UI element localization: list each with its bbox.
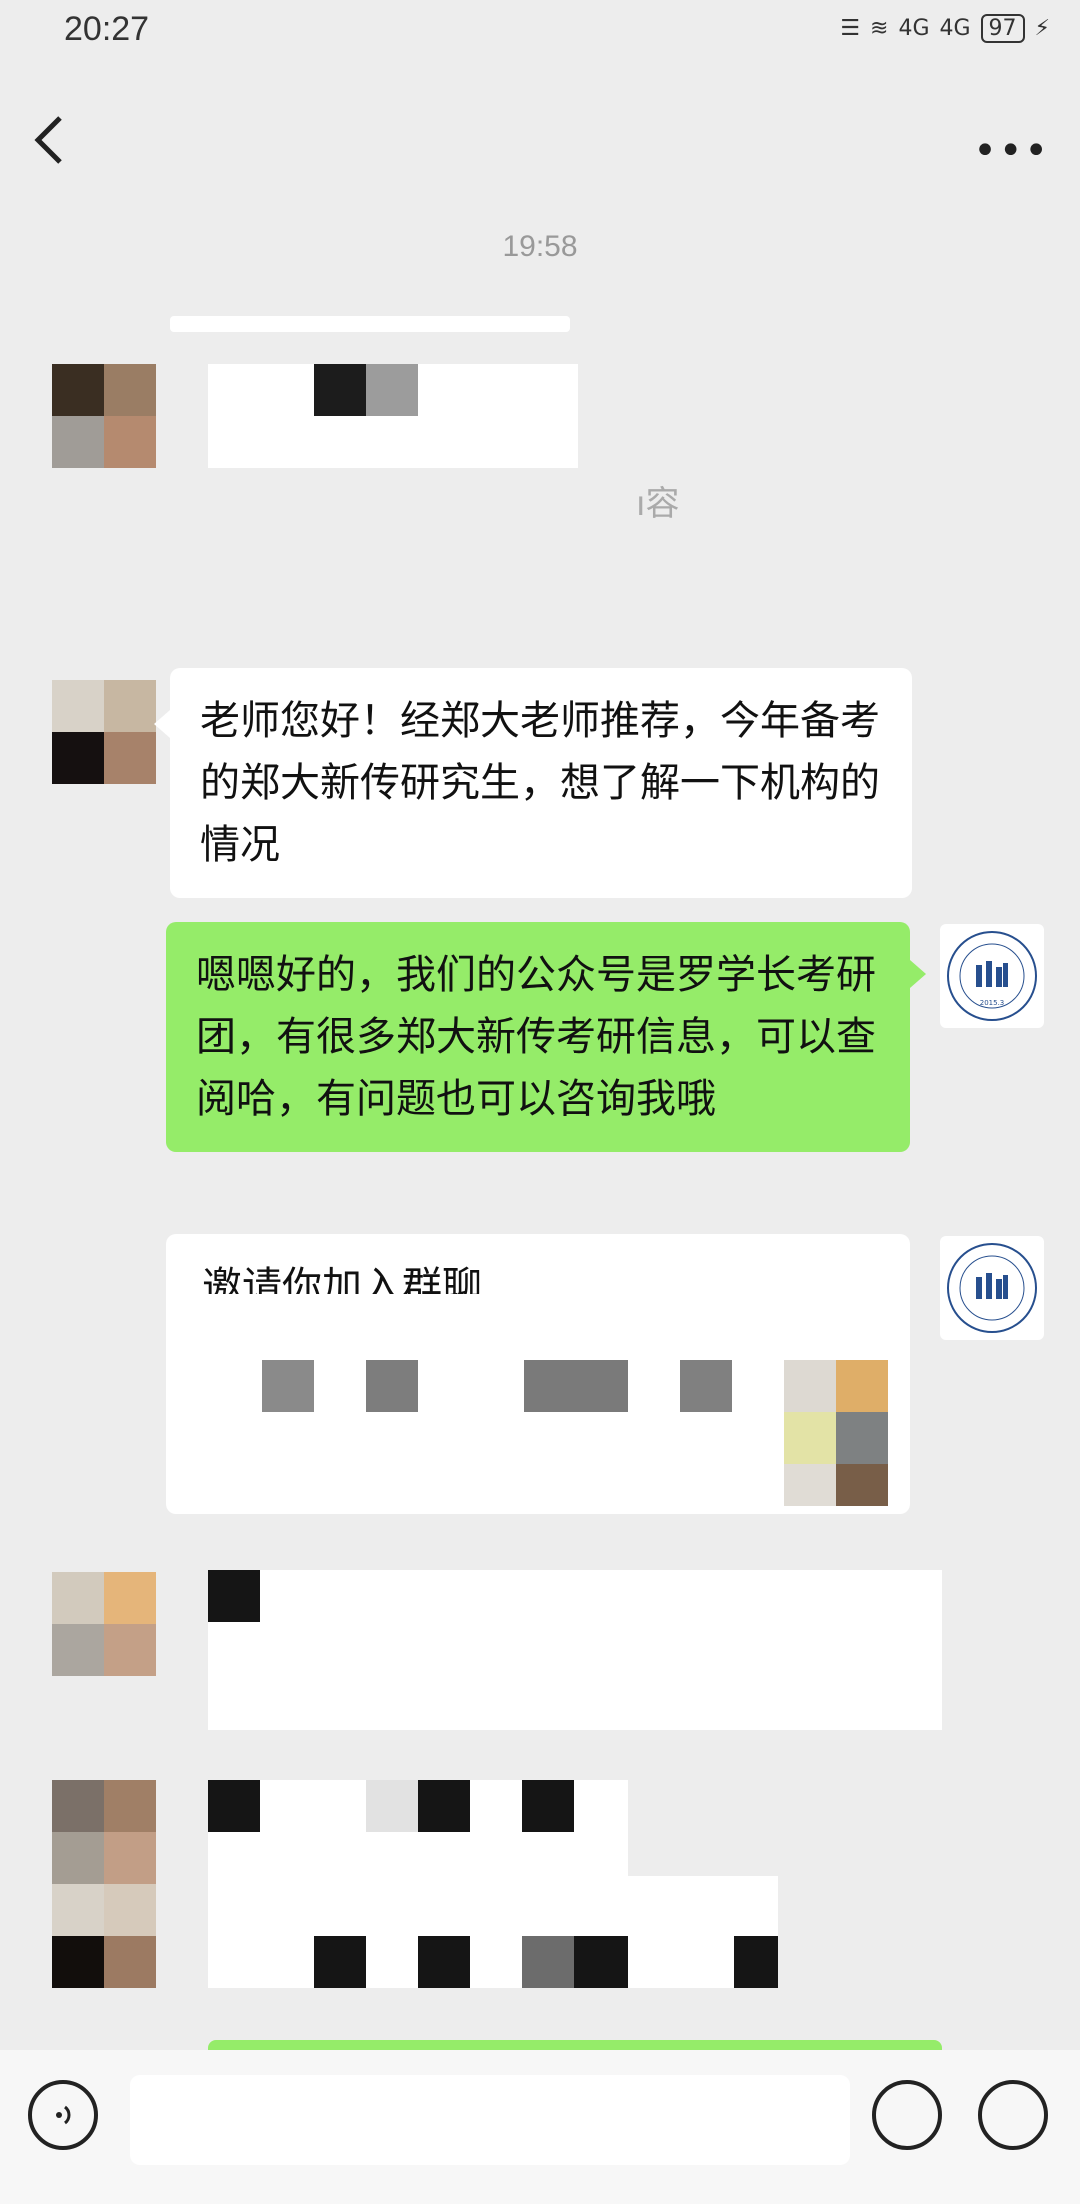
partial-text: ı容	[636, 484, 680, 524]
org-logo-avatar[interactable]	[940, 1236, 1044, 1340]
incoming-message[interactable]: 老师您好！经郑大老师推荐，今年备考 的郑大新传研究生，想了解一下机构的情况	[170, 668, 960, 898]
more-options-button[interactable]: •••	[973, 128, 1050, 174]
group-invite-card[interactable]: 邀请你加入群聊	[166, 1234, 910, 1514]
voice-input-button[interactable]	[28, 2080, 98, 2150]
status-icons: ☰ ≋ 4G 4G 97 ⚡	[840, 14, 1050, 43]
org-logo-icon	[947, 1243, 1037, 1333]
redacted-message	[208, 364, 578, 468]
contact-avatar[interactable]	[52, 680, 156, 784]
plus-button[interactable]	[978, 2080, 1048, 2150]
battery-indicator: 97	[980, 14, 1025, 43]
status-bar: 20:27 ☰ ≋ 4G 4G 97 ⚡	[0, 0, 1080, 70]
outgoing-message[interactable]: 嗯嗯好的，我们的公众号是罗学长考研团，有很多郑大新传考研信息，可以查阅哈，有问题…	[166, 922, 910, 1152]
chat-timestamp: 19:58	[502, 230, 578, 263]
redacted-message	[208, 1570, 942, 1730]
chevron-left-icon[interactable]	[30, 110, 70, 170]
emoji-button[interactable]	[872, 2080, 942, 2150]
contact-avatar[interactable]	[52, 364, 156, 468]
status-time: 20:27	[64, 10, 150, 48]
message-input[interactable]	[130, 2075, 850, 2165]
redacted-area	[170, 316, 570, 332]
logo-year: 2015.3	[980, 999, 1005, 1007]
redacted-message	[208, 1780, 628, 1988]
signal-1: 4G	[898, 16, 930, 41]
contact-avatar[interactable]	[52, 1572, 156, 1676]
org-logo-avatar[interactable]: 2015.3	[940, 924, 1044, 1028]
org-logo-icon: 2015.3	[947, 931, 1037, 1021]
wifi-icon: ≋	[870, 16, 889, 41]
contact-avatar[interactable]	[52, 1780, 156, 1988]
chat-header: •••	[0, 70, 1080, 190]
signal-2: 4G	[939, 16, 971, 41]
voice-icon	[56, 2105, 71, 2125]
charging-icon: ⚡	[1034, 16, 1050, 41]
vibrate-icon: ☰	[840, 16, 861, 41]
invite-title: 邀请你加入群聊	[202, 1264, 482, 1294]
